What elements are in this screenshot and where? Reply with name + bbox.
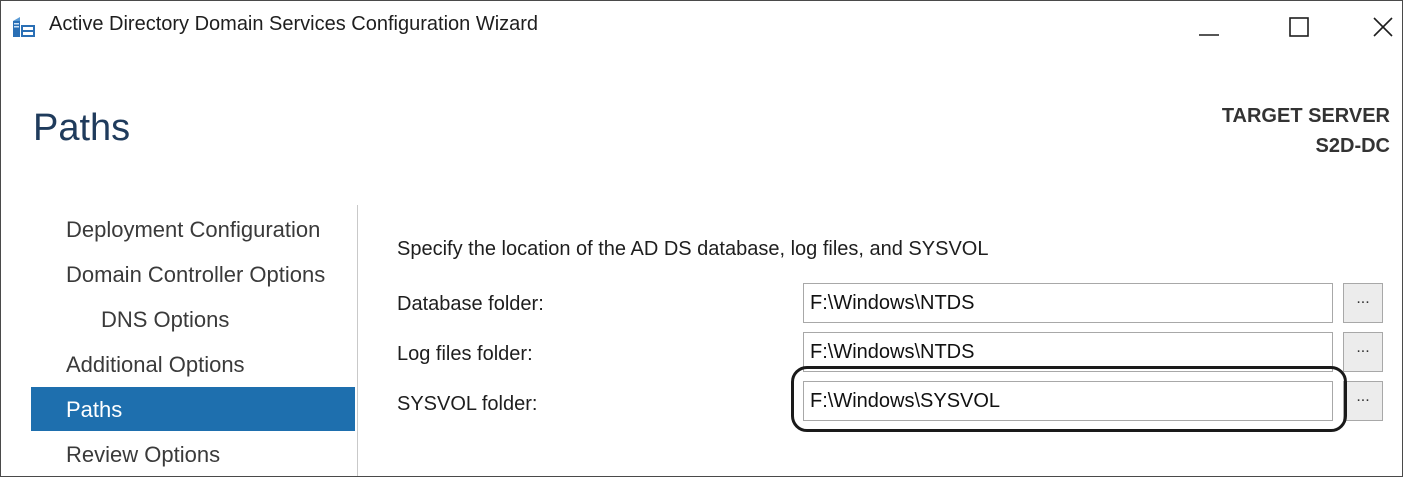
database-folder-value: F:\Windows\NTDS xyxy=(810,292,975,314)
sysvol-folder-label: SYSVOL folder: xyxy=(397,393,538,415)
maximize-icon xyxy=(1289,17,1309,37)
nav-item-label: Deployment Configuration xyxy=(66,217,321,242)
database-folder-input[interactable]: F:\Windows\NTDS xyxy=(803,283,1333,323)
nav-item-deployment-configuration[interactable]: Deployment Configuration xyxy=(31,209,355,253)
page-title: Paths xyxy=(33,107,131,149)
nav-item-label: DNS Options xyxy=(101,307,230,332)
close-icon xyxy=(1373,17,1393,37)
nav-item-label: Additional Options xyxy=(66,352,245,377)
log-files-folder-browse-button[interactable]: ... xyxy=(1343,332,1383,372)
log-files-folder-value: F:\Windows\NTDS xyxy=(810,341,975,363)
server-manager-icon xyxy=(11,15,37,39)
maximize-button[interactable] xyxy=(1277,7,1321,45)
database-folder-label: Database folder: xyxy=(397,293,544,315)
target-server-label: TARGET SERVER xyxy=(1221,105,1390,127)
nav-item-label: Paths xyxy=(66,397,123,422)
nav-item-review-options[interactable]: Review Options xyxy=(31,434,355,478)
nav-divider xyxy=(357,205,358,476)
sysvol-folder-input[interactable]: F:\Windows\SYSVOL xyxy=(803,381,1333,421)
nav-item-label: Domain Controller Options xyxy=(66,262,326,287)
sysvol-folder-value: F:\Windows\SYSVOL xyxy=(810,390,1001,412)
target-server: TARGET SERVER S2D-DC xyxy=(1222,101,1390,161)
log-files-folder-label: Log files folder: xyxy=(397,343,533,365)
wizard-window: Active Directory Domain Services Configu… xyxy=(0,0,1403,477)
sysvol-folder-browse-button[interactable]: ... xyxy=(1343,381,1383,421)
window-title: Active Directory Domain Services Configu… xyxy=(49,13,539,35)
title-bar: Active Directory Domain Services Configu… xyxy=(1,1,1402,51)
minimize-button[interactable] xyxy=(1187,7,1231,45)
nav-item-label: Review Options xyxy=(66,442,221,467)
database-folder-browse-button[interactable]: ... xyxy=(1343,283,1383,323)
nav-item-additional-options[interactable]: Additional Options xyxy=(31,344,355,388)
log-files-folder-input[interactable]: F:\Windows\NTDS xyxy=(803,332,1333,372)
close-button[interactable] xyxy=(1361,7,1403,45)
target-server-name: S2D-DC xyxy=(1315,135,1390,157)
nav-item-dns-options[interactable]: DNS Options xyxy=(31,299,355,343)
nav-item-domain-controller-options[interactable]: Domain Controller Options xyxy=(31,254,355,298)
nav-item-paths[interactable]: Paths xyxy=(31,387,355,431)
minimize-icon xyxy=(1199,34,1219,36)
paths-description: Specify the location of the AD DS databa… xyxy=(397,238,989,260)
